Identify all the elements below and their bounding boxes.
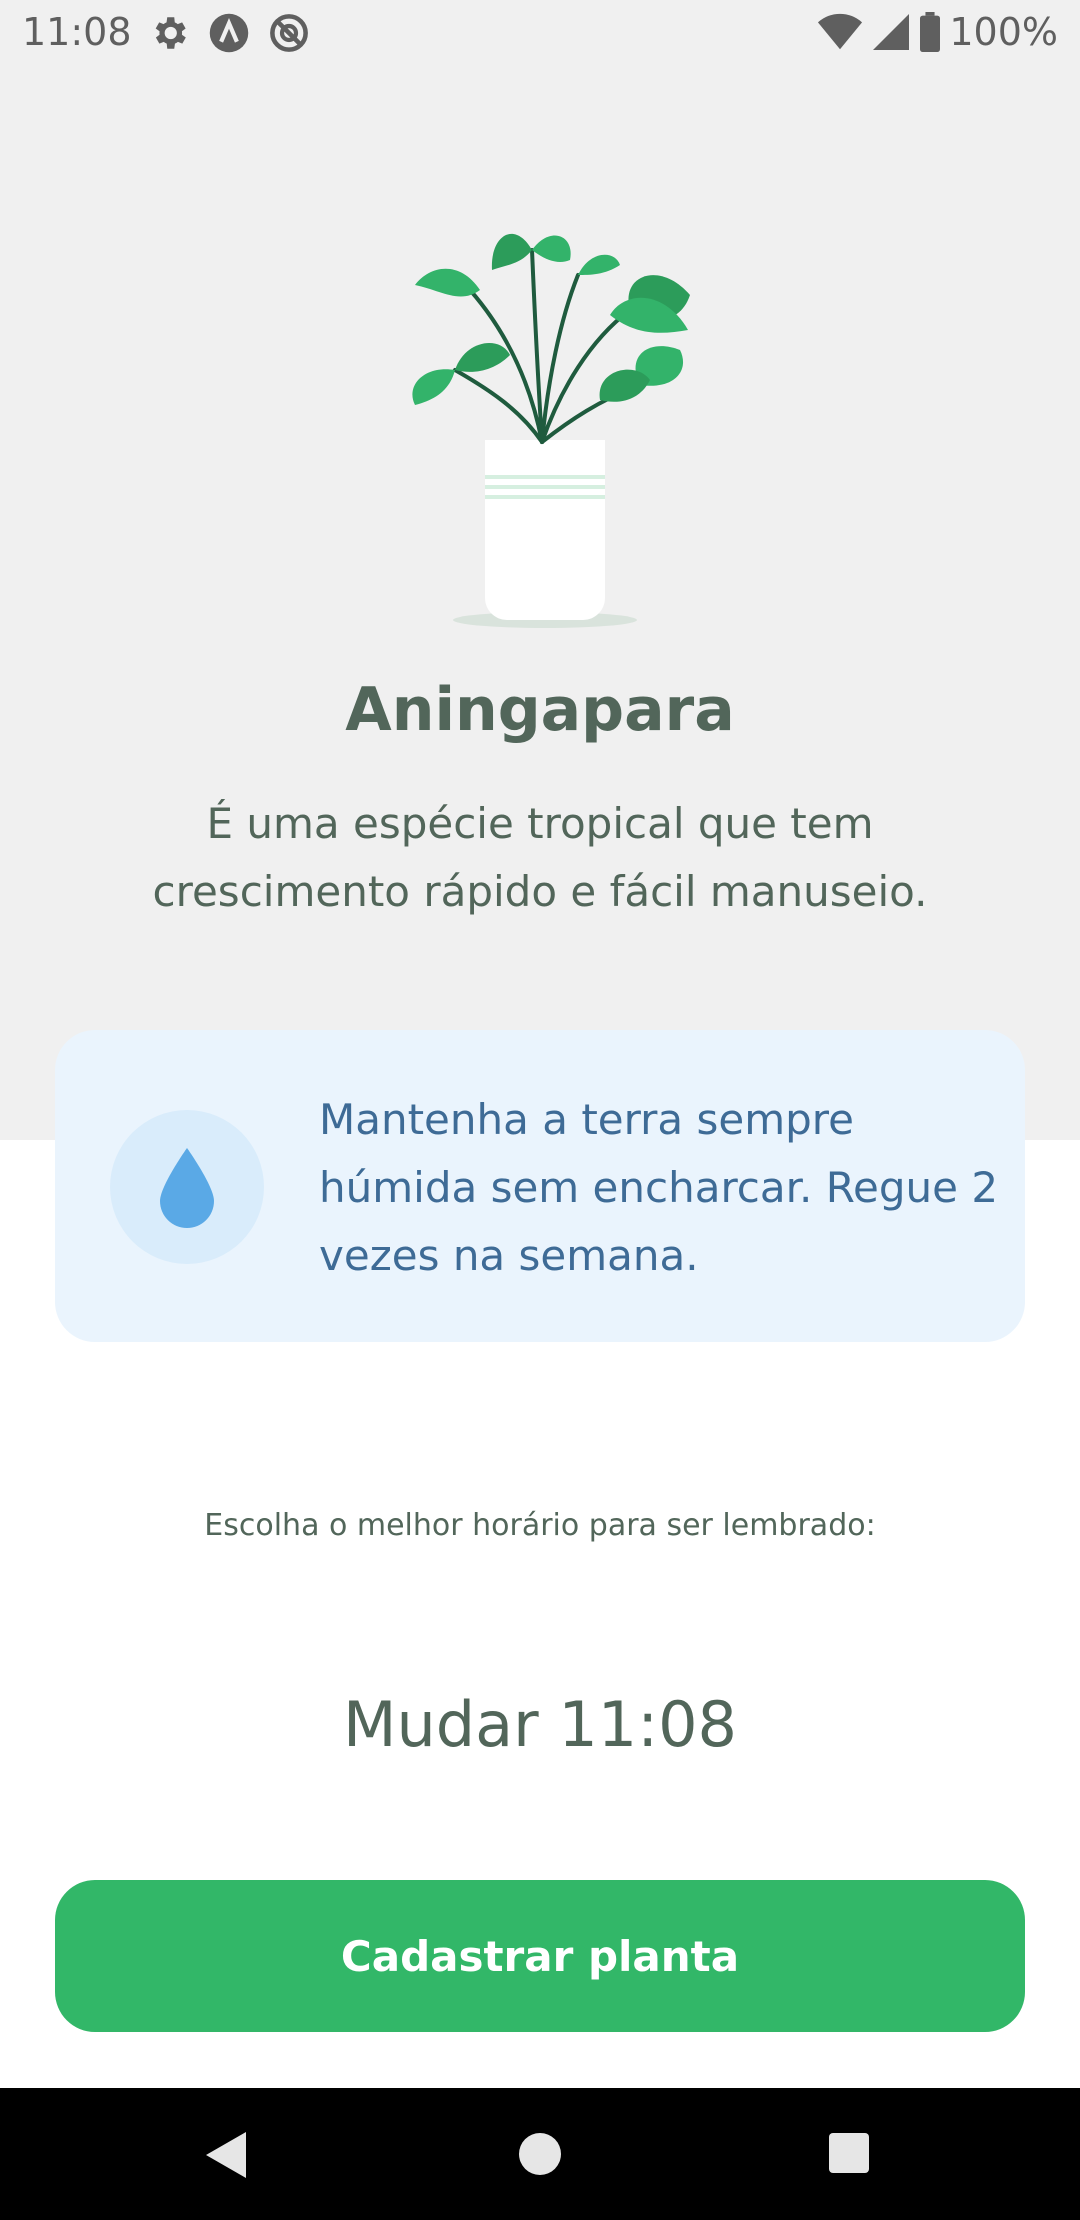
plant-name: Aningapara	[345, 675, 735, 745]
change-time-button[interactable]: Mudar 11:08	[290, 1675, 790, 1775]
reminder-label: Escolha o melhor horário para ser lembra…	[204, 1508, 876, 1543]
a-icon	[209, 13, 249, 53]
back-icon[interactable]	[202, 2130, 250, 2180]
water-drop-icon	[160, 1148, 214, 1228]
watering-tip-text: Mantenha a terra sempre húmida sem encha…	[319, 1095, 999, 1280]
gear-icon	[155, 17, 186, 49]
plant-illustration	[412, 233, 690, 628]
status-bar: 11:08 100%	[0, 0, 1080, 66]
battery-icon	[920, 12, 941, 52]
status-notification-icons	[148, 12, 310, 54]
battery-percentage: 100%	[949, 10, 1058, 54]
water-drop-badge	[110, 1110, 264, 1264]
plant-description: É uma espécie tropical que tem crescimen…	[152, 799, 928, 916]
watering-tip-card: Mantenha a terra sempre húmida sem encha…	[55, 1030, 1025, 1342]
no-sign-icon	[270, 14, 308, 52]
wifi-icon	[818, 13, 863, 50]
navigation-bar	[0, 2088, 1080, 2220]
register-plant-button[interactable]: Cadastrar planta	[55, 1880, 1025, 2032]
status-time: 11:08	[22, 10, 132, 54]
home-icon[interactable]	[518, 2132, 562, 2176]
status-system-icons: 100%	[817, 10, 1058, 54]
recents-icon[interactable]	[828, 2132, 870, 2174]
signal-icon	[873, 14, 910, 50]
